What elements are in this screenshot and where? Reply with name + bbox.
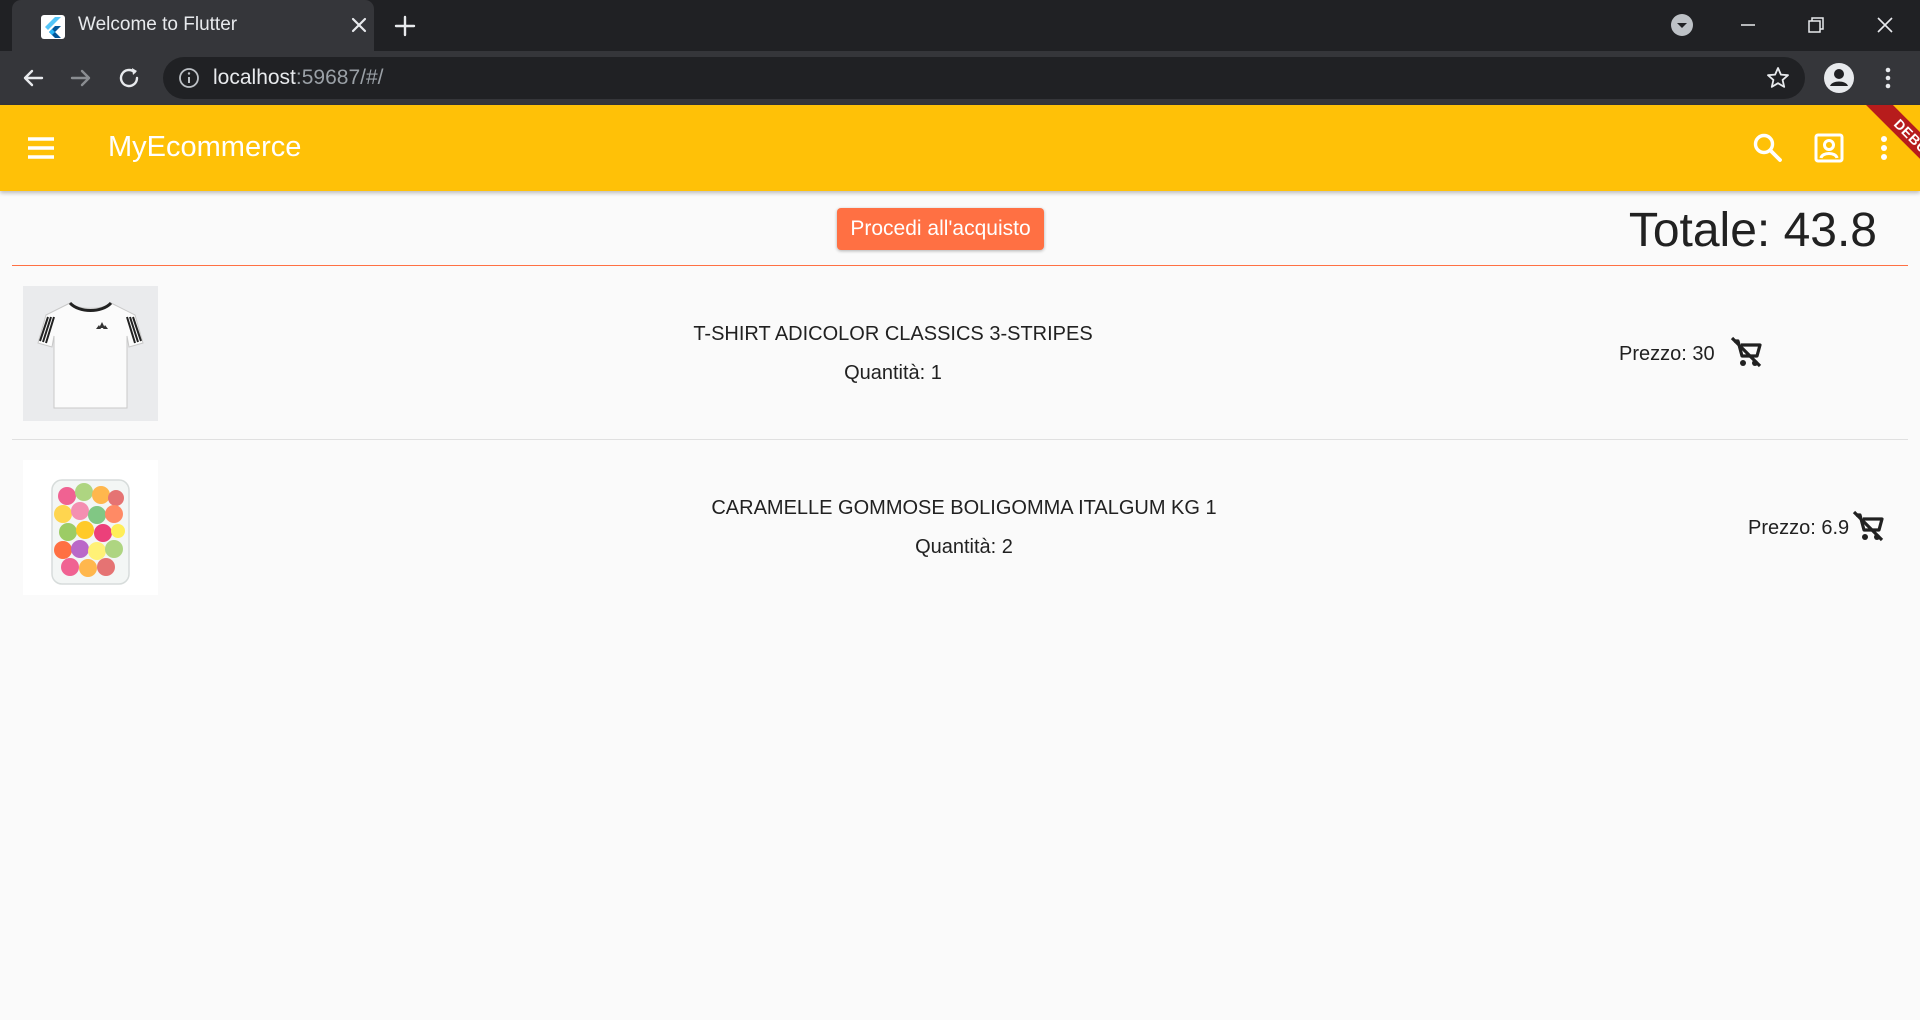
search-icon[interactable] <box>1751 131 1785 165</box>
item-name: T-SHIRT ADICOLOR CLASSICS 3-STRIPES <box>693 323 1093 345</box>
cart-item: CARAMELLE GOMMOSE BOLIGOMMA ITALGUM KG 1… <box>12 440 1908 614</box>
app-bar: MyEcommerce <box>0 105 1920 191</box>
restore-icon[interactable] <box>1801 10 1831 40</box>
bookmark-star-icon[interactable] <box>1765 65 1791 91</box>
more-vert-icon[interactable] <box>1869 131 1899 165</box>
forward-arrow-icon[interactable] <box>66 63 96 93</box>
close-window-icon[interactable] <box>1870 10 1900 40</box>
tab-title: Welcome to Flutter <box>78 14 238 35</box>
browser-tab[interactable]: Welcome to Flutter <box>12 0 374 51</box>
item-price: Prezzo: 6.9 <box>1748 517 1850 539</box>
flutter-logo-icon <box>41 15 65 39</box>
product-image-tshirt <box>23 286 158 421</box>
minimize-icon[interactable] <box>1733 10 1763 40</box>
cart-total: Totale: 43.8 <box>1628 204 1877 257</box>
url-bar[interactable]: localhost:59687/#/ <box>163 57 1805 99</box>
item-price: Prezzo: 30 <box>1619 343 1715 365</box>
item-name: CARAMELLE GOMMOSE BOLIGOMMA ITALGUM KG 1 <box>711 497 1217 519</box>
new-tab-icon[interactable] <box>392 13 418 39</box>
item-quantity: Quantità: 2 <box>915 536 1013 558</box>
site-info-icon[interactable] <box>178 67 200 89</box>
remove-shopping-cart-icon[interactable] <box>1726 332 1766 372</box>
reload-icon[interactable] <box>114 63 144 93</box>
cart-item: T-SHIRT ADICOLOR CLASSICS 3-STRIPES Quan… <box>12 266 1908 440</box>
item-quantity: Quantità: 1 <box>844 362 942 384</box>
close-tab-icon[interactable] <box>347 13 371 37</box>
url-text: localhost:59687/#/ <box>213 66 383 90</box>
url-path: :59687/#/ <box>295 66 384 89</box>
remove-shopping-cart-icon[interactable] <box>1848 506 1888 546</box>
back-arrow-icon[interactable] <box>18 63 48 93</box>
url-host: localhost <box>213 66 296 89</box>
browser-menu-icon[interactable] <box>1873 63 1903 93</box>
profile-icon[interactable] <box>1823 62 1854 93</box>
app-title: MyEcommerce <box>108 131 302 163</box>
browser-tab-strip: Welcome to Flutter <box>0 0 1920 51</box>
tab-search-icon[interactable] <box>1667 10 1697 40</box>
account-box-icon[interactable] <box>1812 131 1846 165</box>
product-image-candy <box>23 460 158 595</box>
checkout-button[interactable]: Procedi all'acquisto <box>837 208 1044 250</box>
hamburger-menu-icon[interactable] <box>24 131 58 165</box>
